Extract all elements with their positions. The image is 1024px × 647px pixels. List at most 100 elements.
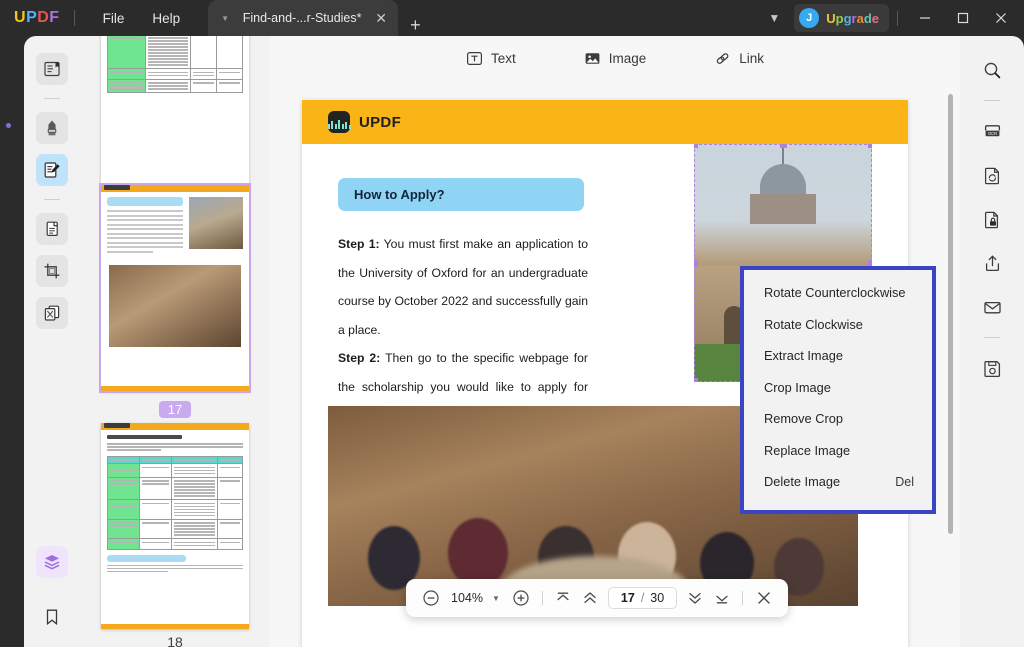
resize-handle-top-right[interactable] xyxy=(868,144,872,148)
upgrade-label: Upgrade xyxy=(826,10,879,26)
link-icon xyxy=(717,52,729,64)
rail-divider xyxy=(984,100,1000,101)
thumb-brand-logo-icon xyxy=(104,423,130,428)
close-button[interactable] xyxy=(982,0,1020,36)
chevron-down-icon[interactable]: ▼ xyxy=(218,14,232,23)
ctx-remove-crop[interactable]: Remove Crop xyxy=(744,403,932,435)
page-brand-header: UPDF xyxy=(302,100,908,144)
close-icon[interactable]: ✕ xyxy=(372,10,390,27)
thumbnail-page-image xyxy=(101,36,249,188)
tool-annotate-highlighter[interactable] xyxy=(36,112,68,144)
share-upload-icon xyxy=(985,254,999,271)
updf-application-window: UPDF File Help ▼ Find-and-...r-Studies* … xyxy=(0,0,1024,647)
close-pagebar-button[interactable] xyxy=(750,585,777,612)
save-icon xyxy=(983,360,1000,377)
window-divider xyxy=(897,10,898,26)
thumb-footer-bar xyxy=(101,624,249,629)
resize-handle-bottom-left[interactable] xyxy=(694,378,698,382)
total-pages-value: 30 xyxy=(650,591,665,605)
tab-strip: ▼ Find-and-...r-Studies* ✕ + xyxy=(208,0,433,36)
zoom-out-button[interactable] xyxy=(417,585,444,612)
tool-bookmarks-panel[interactable] xyxy=(36,601,68,633)
next-page-button[interactable] xyxy=(681,585,708,612)
document-vertical-scrollbar[interactable] xyxy=(948,94,953,534)
document-tab[interactable]: ▼ Find-and-...r-Studies* ✕ xyxy=(208,0,399,36)
reader-icon xyxy=(44,61,60,77)
person-silhouette xyxy=(448,518,508,588)
first-page-button[interactable] xyxy=(550,585,577,612)
resize-handle-top-center[interactable] xyxy=(779,144,787,148)
ctx-rotate-clockwise[interactable]: Rotate Clockwise xyxy=(744,309,932,341)
convert-file-icon xyxy=(984,167,999,184)
edit-tool-image[interactable]: Image xyxy=(574,45,657,72)
step-label: Step 1: xyxy=(338,237,380,251)
right-tool-search[interactable] xyxy=(976,54,1008,86)
resize-handle-top-left[interactable] xyxy=(694,144,698,148)
tool-organize-pages[interactable] xyxy=(36,213,68,245)
zoom-out-icon xyxy=(422,590,439,606)
zoom-in-button[interactable] xyxy=(508,585,535,612)
right-tool-email[interactable] xyxy=(976,291,1008,323)
chevron-down-icon[interactable]: ▼ xyxy=(754,11,794,25)
ctx-item-label: Delete Image xyxy=(764,474,841,490)
thumb-brand-logo-icon xyxy=(104,185,130,190)
ctx-extract-image[interactable]: Extract Image xyxy=(744,340,932,372)
maximize-button[interactable] xyxy=(944,0,982,36)
ctx-item-label: Rotate Clockwise xyxy=(764,316,863,332)
thumbnail-label-wrap: 18 xyxy=(80,634,270,647)
tool-thumbnails-panel[interactable] xyxy=(36,546,68,578)
menu-help[interactable]: Help xyxy=(138,5,194,32)
last-page-button[interactable] xyxy=(708,585,735,612)
ctx-rotate-counterclockwise[interactable]: Rotate Counterclockwise xyxy=(744,277,932,309)
tool-convert[interactable] xyxy=(36,297,68,329)
right-tool-ocr[interactable]: OCR xyxy=(976,115,1008,147)
thumbnail-page-18[interactable]: 18 xyxy=(80,422,270,647)
image-context-menu[interactable]: Rotate Counterclockwise Rotate Clockwise… xyxy=(740,266,936,514)
page-number-field[interactable]: 17 / 30 xyxy=(607,587,678,609)
chevron-down-icon[interactable]: ▼ xyxy=(490,594,508,603)
ctx-replace-image[interactable]: Replace Image xyxy=(744,435,932,467)
right-tool-protect[interactable] xyxy=(976,203,1008,235)
upgrade-button[interactable]: J Upgrade xyxy=(794,4,889,32)
edit-tool-text[interactable]: Text xyxy=(456,45,526,72)
titlebar-divider xyxy=(73,10,75,26)
svg-text:OCR: OCR xyxy=(987,130,996,135)
thumb-content xyxy=(101,430,249,579)
ctx-item-label: Extract Image xyxy=(764,348,843,364)
pagebar-divider xyxy=(541,591,543,605)
thumbnail-label-wrap: 17 xyxy=(80,396,270,419)
thumb-heading xyxy=(107,435,182,439)
zoom-level-value[interactable]: 104% xyxy=(444,591,490,605)
text-box-icon xyxy=(466,51,482,65)
thumbnail-page-17[interactable]: 17 xyxy=(80,183,270,419)
right-tool-convert[interactable] xyxy=(976,159,1008,191)
previous-page-button[interactable] xyxy=(577,585,604,612)
thumb-table xyxy=(107,36,243,93)
plus-icon[interactable]: + xyxy=(398,15,433,36)
thumb-footer-bar xyxy=(101,386,249,391)
tool-edit-pdf[interactable] xyxy=(36,154,68,186)
thumb-content xyxy=(101,36,249,98)
thumbnail-panel[interactable]: 16 xyxy=(80,36,270,647)
ctx-crop-image[interactable]: Crop Image xyxy=(744,372,932,404)
pagebar-divider xyxy=(742,591,744,605)
page-callout-how-to-apply: How to Apply? xyxy=(338,178,584,211)
menu-file[interactable]: File xyxy=(89,5,139,32)
ctx-delete-image[interactable]: Delete Image Del xyxy=(744,466,932,498)
left-tool-column xyxy=(24,36,80,647)
thumbnail-page-number: 18 xyxy=(167,634,183,647)
tool-reader[interactable] xyxy=(36,53,68,85)
tool-crop-page[interactable] xyxy=(36,255,68,287)
edit-toolbar: Text Image Link xyxy=(270,36,960,80)
ctx-item-label: Replace Image xyxy=(764,442,851,458)
page-organize-icon xyxy=(46,221,58,236)
next-page-icon xyxy=(689,592,701,604)
bookmark-icon xyxy=(46,609,58,626)
right-tool-share[interactable] xyxy=(976,247,1008,279)
resize-handle-middle-left[interactable] xyxy=(694,259,698,267)
highlighter-icon xyxy=(47,120,57,136)
right-tool-save[interactable] xyxy=(976,352,1008,384)
minimize-button[interactable] xyxy=(906,0,944,36)
right-tool-rail: OCR xyxy=(960,36,1024,647)
edit-tool-link[interactable]: Link xyxy=(704,45,774,72)
